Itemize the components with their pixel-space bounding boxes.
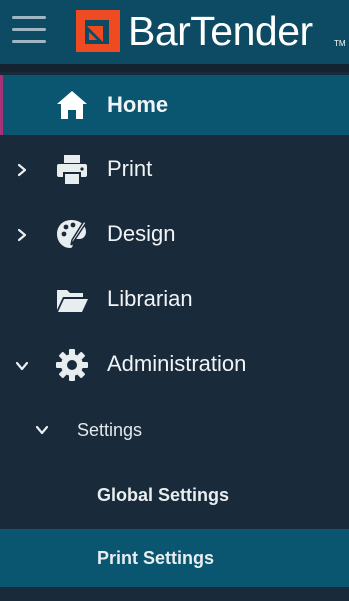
chevron-down-icon[interactable]	[35, 423, 49, 437]
nav-label-librarian: Librarian	[107, 286, 193, 311]
nav-item-global-settings[interactable]: Global Settings	[0, 466, 349, 524]
nav-item-librarian[interactable]: Librarian	[0, 269, 349, 329]
nav-item-design[interactable]: Design	[0, 204, 349, 264]
chevron-right-icon[interactable]	[15, 228, 29, 242]
chevron-right-icon[interactable]	[15, 163, 29, 177]
nav-label-design: Design	[107, 221, 176, 246]
gear-icon	[56, 349, 88, 381]
nav-label-print-settings: Print Settings	[97, 548, 215, 568]
nav-item-home[interactable]: Home	[0, 75, 349, 135]
header-divider	[0, 64, 349, 72]
nav-label-settings: Settings	[77, 420, 143, 440]
folder-open-icon	[57, 290, 88, 312]
palette-icon	[57, 219, 87, 248]
bartender-logo-mark-icon	[76, 10, 120, 52]
chevron-down-icon[interactable]	[15, 359, 29, 373]
hamburger-menu-icon[interactable]	[10, 12, 50, 48]
nav-label-home: Home	[107, 92, 169, 117]
nav-item-print[interactable]: Print	[0, 139, 349, 199]
app-header: BarTender TM	[0, 0, 349, 64]
printer-icon	[57, 155, 87, 186]
nav-label-administration: Administration	[107, 351, 247, 376]
nav-label-print: Print	[107, 156, 153, 181]
active-indicator	[0, 75, 3, 135]
nav-item-print-settings[interactable]: Print Settings	[0, 529, 349, 587]
nav-item-administration[interactable]: Administration	[0, 334, 349, 394]
trademark: TM	[334, 39, 346, 48]
home-icon	[57, 91, 87, 119]
app-name: BarTender	[128, 8, 313, 54]
nav-item-settings[interactable]: Settings	[0, 400, 349, 460]
nav-label-global-settings: Global Settings	[97, 485, 230, 505]
